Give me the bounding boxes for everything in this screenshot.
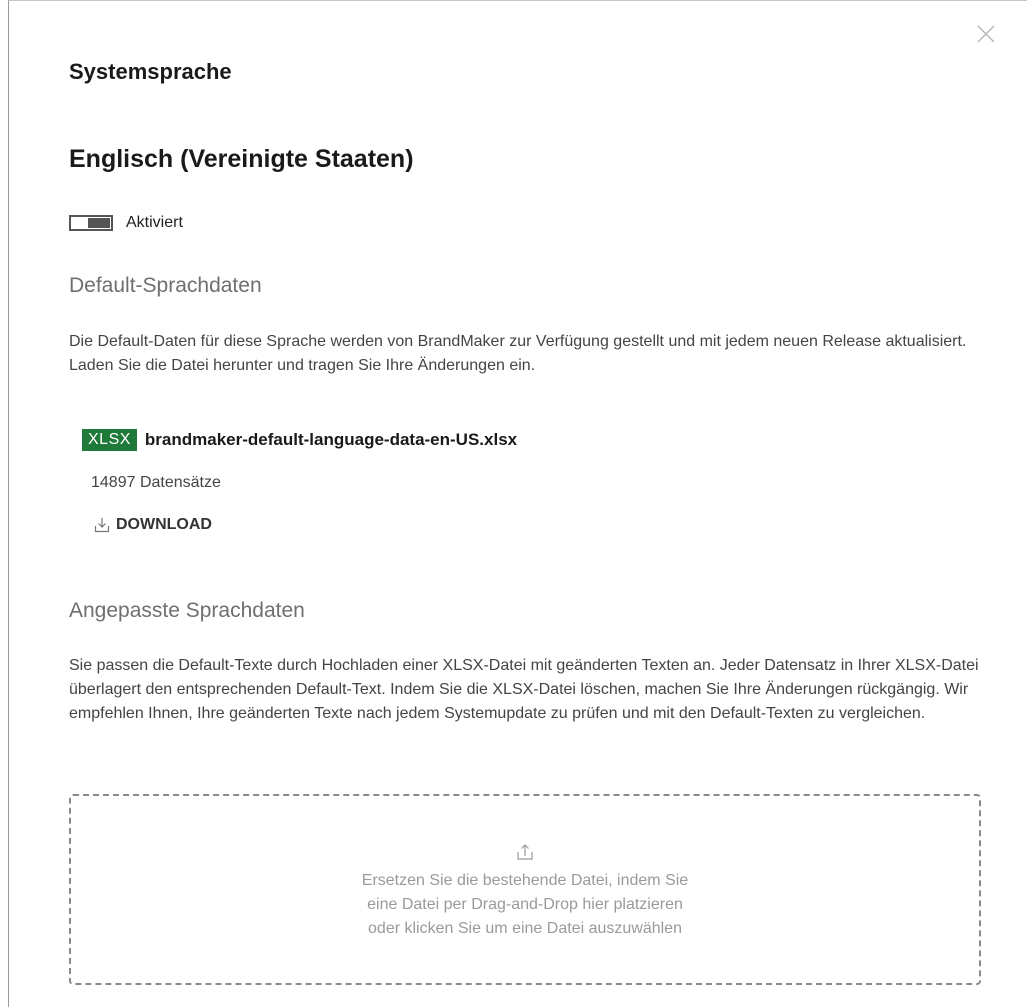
upload-icon bbox=[514, 841, 536, 863]
language-dialog: Systemsprache Englisch (Vereinigte Staat… bbox=[8, 0, 1027, 1007]
language-name: Englisch (Vereinigte Staaten) bbox=[69, 145, 414, 173]
file-name: brandmaker-default-language-data-en-US.x… bbox=[144, 430, 518, 449]
dropzone-line-2: eine Datei per Drag-and-Drop hier platzi… bbox=[367, 896, 683, 913]
default-data-heading: Default-Sprachdaten bbox=[69, 274, 262, 297]
toggle-knob bbox=[88, 218, 110, 228]
default-data-description: Die Default-Daten für diese Sprache werd… bbox=[69, 333, 967, 374]
dialog-title: Systemsprache bbox=[69, 59, 232, 84]
close-icon[interactable] bbox=[975, 23, 997, 45]
toggle-label: Aktiviert bbox=[126, 214, 183, 231]
xlsx-badge: XLSX bbox=[82, 429, 137, 451]
dropzone-line-1: Ersetzen Sie die bestehende Datei, indem… bbox=[361, 872, 689, 889]
download-icon bbox=[93, 516, 111, 534]
record-count: 14897 Datensätze bbox=[91, 474, 221, 491]
custom-data-description: Sie passen die Default-Texte durch Hochl… bbox=[69, 657, 979, 722]
activation-toggle-row: Aktiviert bbox=[69, 212, 183, 234]
activation-toggle[interactable] bbox=[69, 215, 113, 231]
download-label: DOWNLOAD bbox=[116, 516, 212, 533]
file-dropzone[interactable]: Ersetzen Sie die bestehende Datei, indem… bbox=[69, 794, 981, 985]
custom-data-heading: Angepasste Sprachdaten bbox=[69, 599, 305, 622]
default-file: XLSX brandmaker-default-language-data-en… bbox=[82, 429, 517, 451]
download-button[interactable]: DOWNLOAD bbox=[93, 516, 212, 534]
dropzone-line-3: oder klicken Sie um eine Datei auszuwähl… bbox=[368, 920, 682, 937]
dropzone-text: Ersetzen Sie die bestehende Datei, indem… bbox=[71, 869, 979, 941]
